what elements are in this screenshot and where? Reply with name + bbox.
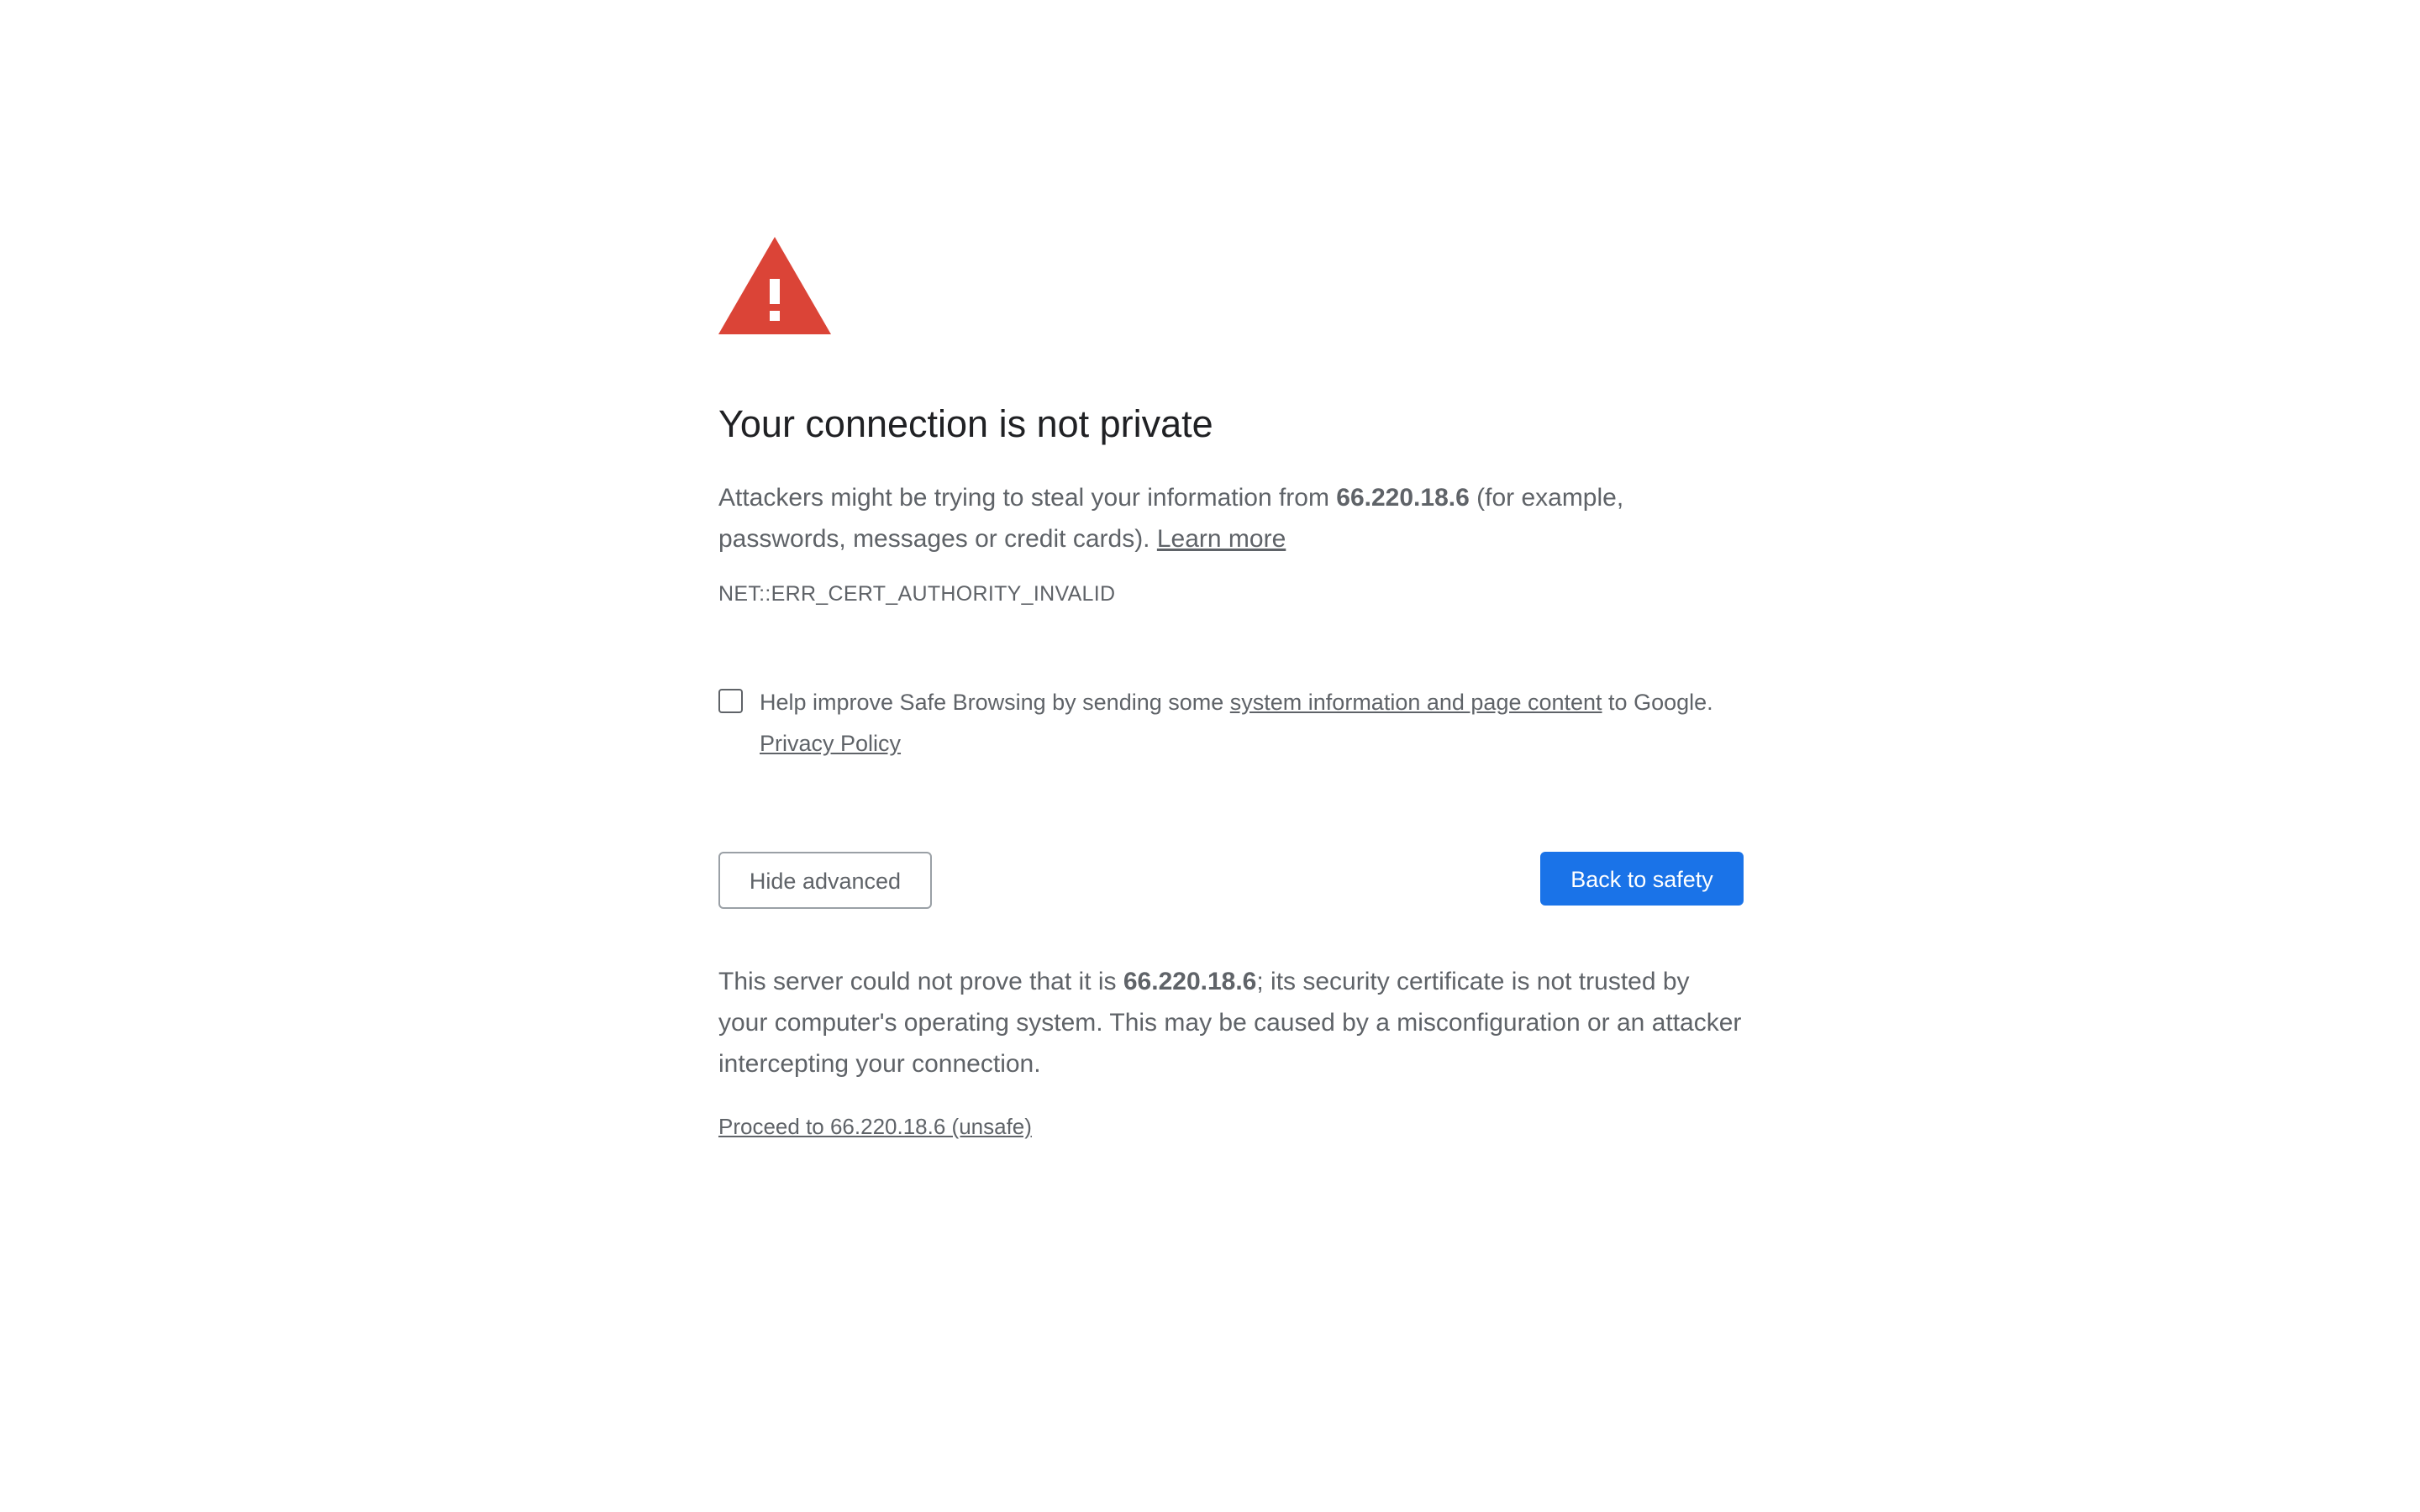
main-message: Attackers might be trying to steal your …	[718, 477, 1744, 559]
back-to-safety-button[interactable]: Back to safety	[1540, 852, 1744, 906]
interstitial-content: Your connection is not private Attackers…	[718, 237, 1744, 1142]
advanced-details: This server could not prove that it is 6…	[718, 961, 1744, 1084]
safe-browsing-optin: Help improve Safe Browsing by sending so…	[718, 682, 1744, 764]
explanation-prefix: Attackers might be trying to steal your …	[718, 484, 1337, 512]
details-host-name: 66.220.18.6	[1123, 968, 1257, 995]
hide-advanced-button[interactable]: Hide advanced	[718, 852, 932, 909]
host-name: 66.220.18.6	[1336, 484, 1470, 512]
button-row: Hide advanced Back to safety	[718, 852, 1744, 909]
learn-more-link[interactable]: Learn more	[1157, 525, 1286, 553]
error-code: NET::ERR_CERT_AUTHORITY_INVALID	[718, 582, 1116, 606]
system-info-link[interactable]: system information and page content	[1230, 690, 1602, 715]
page-title: Your connection is not private	[718, 402, 1213, 445]
proceed-unsafe-link[interactable]: Proceed to 66.220.18.6 (unsafe)	[718, 1111, 1032, 1142]
details-prefix: This server could not prove that it is	[718, 968, 1123, 995]
safe-browsing-suffix: to Google.	[1602, 690, 1713, 715]
safe-browsing-label: Help improve Safe Browsing by sending so…	[760, 690, 1713, 756]
warning-triangle-icon	[718, 237, 831, 334]
privacy-policy-link[interactable]: Privacy Policy	[760, 731, 901, 756]
safe-browsing-checkbox[interactable]	[718, 689, 743, 713]
safe-browsing-prefix: Help improve Safe Browsing by sending so…	[760, 690, 1230, 715]
